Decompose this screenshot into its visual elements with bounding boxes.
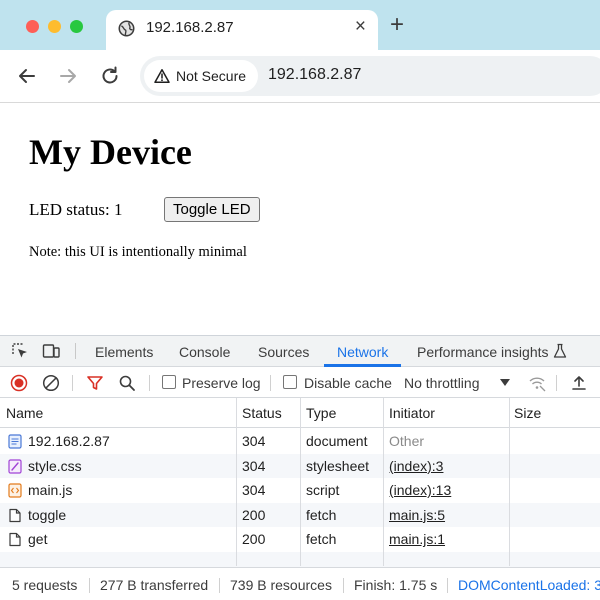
tab-elements[interactable]: Elements [95, 344, 153, 360]
toolbar-divider [75, 343, 76, 359]
request-type: fetch [306, 506, 337, 523]
devtools-tab-bar: Elements Console Sources Network Perform… [0, 336, 600, 367]
page-title: My Device [29, 132, 192, 172]
request-status: 200 [242, 506, 266, 523]
minimize-window-button[interactable] [48, 20, 61, 33]
request-type: fetch [306, 531, 337, 547]
request-initiator[interactable]: main.js:5 [389, 507, 445, 523]
devtools-panel: Elements Console Sources Network Perform… [0, 335, 600, 600]
transferred-size: 277 B transferred [100, 577, 209, 593]
clear-icon[interactable] [42, 374, 60, 392]
request-status: 304 [242, 433, 266, 449]
inspect-element-icon[interactable] [11, 342, 29, 360]
request-name: style.css [28, 457, 82, 474]
request-status: 304 [242, 457, 266, 474]
device-toolbar-icon[interactable] [42, 342, 60, 360]
chevron-down-icon[interactable] [500, 379, 510, 386]
preserve-log-checkbox[interactable] [162, 375, 176, 389]
column-name[interactable]: Name [6, 405, 43, 421]
request-name: get [28, 531, 48, 547]
page-viewport: My Device LED status: 1 Toggle LED Note:… [0, 104, 600, 335]
finish-time: Finish: 1.75 s [354, 577, 438, 593]
request-initiator: Other [389, 433, 425, 449]
close-tab-icon[interactable]: × [355, 16, 366, 38]
upload-icon[interactable] [570, 374, 588, 392]
column-divider[interactable] [236, 398, 237, 566]
request-name: 192.168.2.87 [28, 433, 110, 449]
request-initiator[interactable]: (index):13 [389, 482, 451, 498]
network-conditions-icon[interactable] [528, 374, 546, 392]
tab-console[interactable]: Console [179, 344, 230, 360]
security-chip[interactable]: Not Secure [144, 60, 259, 92]
back-arrow-icon[interactable] [15, 64, 39, 88]
browser-tab[interactable]: 192.168.2.87 × [106, 10, 378, 50]
stylesheet-icon [8, 458, 22, 474]
network-summary-bar: 5 requests 277 B transferred 739 B resou… [0, 567, 600, 600]
script-icon [8, 483, 22, 498]
forward-arrow-icon[interactable] [56, 64, 80, 88]
close-window-button[interactable] [26, 20, 39, 33]
toggle-led-button[interactable]: Toggle LED [164, 197, 260, 222]
column-size[interactable]: Size [514, 405, 541, 421]
summary-divider [89, 578, 90, 593]
request-status: 304 [242, 482, 266, 498]
new-tab-button[interactable]: + [390, 12, 404, 38]
resources-size: 739 B resources [230, 577, 332, 593]
filter-divider [72, 375, 73, 391]
fetch-icon [9, 532, 21, 547]
globe-icon [118, 20, 135, 37]
request-status: 200 [242, 531, 266, 547]
tab-performance-insights[interactable]: Performance insights [417, 344, 549, 360]
filter-divider [270, 375, 271, 391]
tab-title: 192.168.2.87 [146, 19, 234, 36]
column-initiator[interactable]: Initiator [389, 405, 435, 421]
tab-network[interactable]: Network [337, 344, 388, 360]
reload-icon[interactable] [98, 64, 122, 88]
request-type: document [306, 433, 368, 449]
requests-count: 5 requests [12, 577, 78, 593]
filter-divider [556, 375, 557, 391]
throttling-select[interactable]: No throttling [404, 375, 479, 391]
search-icon[interactable] [118, 374, 136, 392]
request-name: main.js [28, 482, 73, 498]
request-name: toggle [28, 506, 67, 523]
column-divider[interactable] [300, 398, 301, 566]
request-initiator[interactable]: main.js:1 [389, 531, 445, 547]
tab-strip: 192.168.2.87 × + [0, 0, 600, 50]
zoom-window-button[interactable] [70, 20, 83, 33]
dom-content-loaded: DOMContentLoaded: 3 [458, 577, 600, 593]
disable-cache-checkbox[interactable] [283, 375, 297, 389]
filter-divider [149, 375, 150, 391]
warning-triangle-icon [154, 69, 170, 83]
fetch-icon [9, 508, 21, 522]
summary-divider [447, 578, 448, 593]
request-type: script [306, 482, 340, 498]
network-filter-bar: Preserve log Disable cache No throttling [0, 367, 600, 398]
summary-divider [219, 578, 220, 593]
tab-sources[interactable]: Sources [258, 344, 309, 360]
document-icon [8, 434, 22, 449]
column-divider[interactable] [383, 398, 384, 566]
column-divider[interactable] [509, 398, 510, 566]
note-text: Note: this UI is intentionally minimal [29, 244, 247, 260]
address-bar[interactable]: Not Secure 192.168.2.87 [140, 56, 600, 96]
led-status-label: LED status: 1 [29, 200, 123, 219]
column-type[interactable]: Type [306, 405, 336, 421]
filter-icon[interactable] [86, 374, 104, 392]
browser-toolbar: Not Secure 192.168.2.87 [0, 50, 600, 103]
request-type: stylesheet [306, 457, 370, 474]
url-text[interactable]: 192.168.2.87 [268, 66, 361, 84]
security-label: Not Secure [176, 68, 247, 84]
record-icon[interactable] [10, 374, 28, 392]
summary-divider [343, 578, 344, 593]
column-status[interactable]: Status [242, 405, 282, 421]
flask-icon [553, 343, 567, 358]
request-initiator[interactable]: (index):3 [389, 458, 443, 474]
preserve-log-label: Preserve log [182, 375, 261, 391]
disable-cache-label: Disable cache [304, 375, 392, 391]
